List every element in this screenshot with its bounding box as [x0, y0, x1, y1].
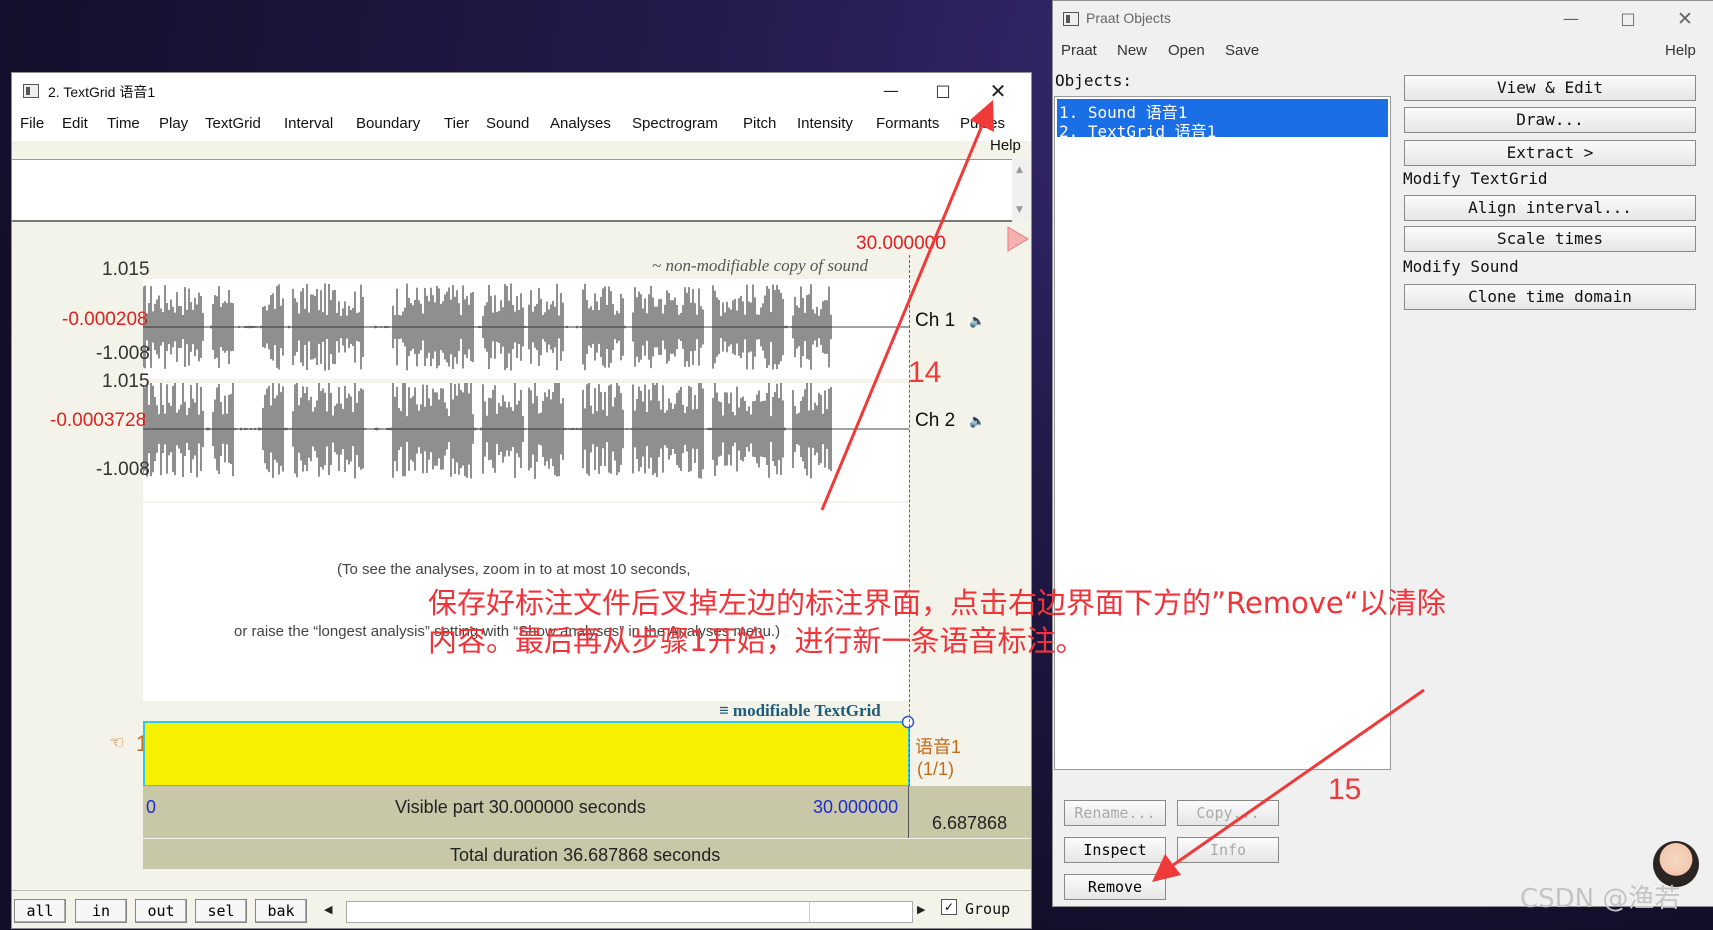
csdn-watermark: CSDN @渔若 [1520, 884, 1681, 914]
step-14-label: 14 [908, 356, 942, 389]
step-15-label: 15 [1328, 773, 1362, 806]
arrow-14-line [820, 115, 988, 511]
instruction-line-2: 内容。最后再从步骤1开始，进行新一条语音标注。 [428, 624, 1085, 658]
arrow-15-line [1165, 688, 1425, 872]
instruction-note: 保存好标注文件后叉掉左边的标注界面，点击右边界面下方的”Remove“以清除 内… [428, 584, 1528, 660]
arrow-15-head [1152, 854, 1181, 882]
instruction-line-1: 保存好标注文件后叉掉左边的标注界面，点击右边界面下方的”Remove“以清除 [428, 586, 1446, 620]
annotation-arrows [820, 100, 1425, 882]
